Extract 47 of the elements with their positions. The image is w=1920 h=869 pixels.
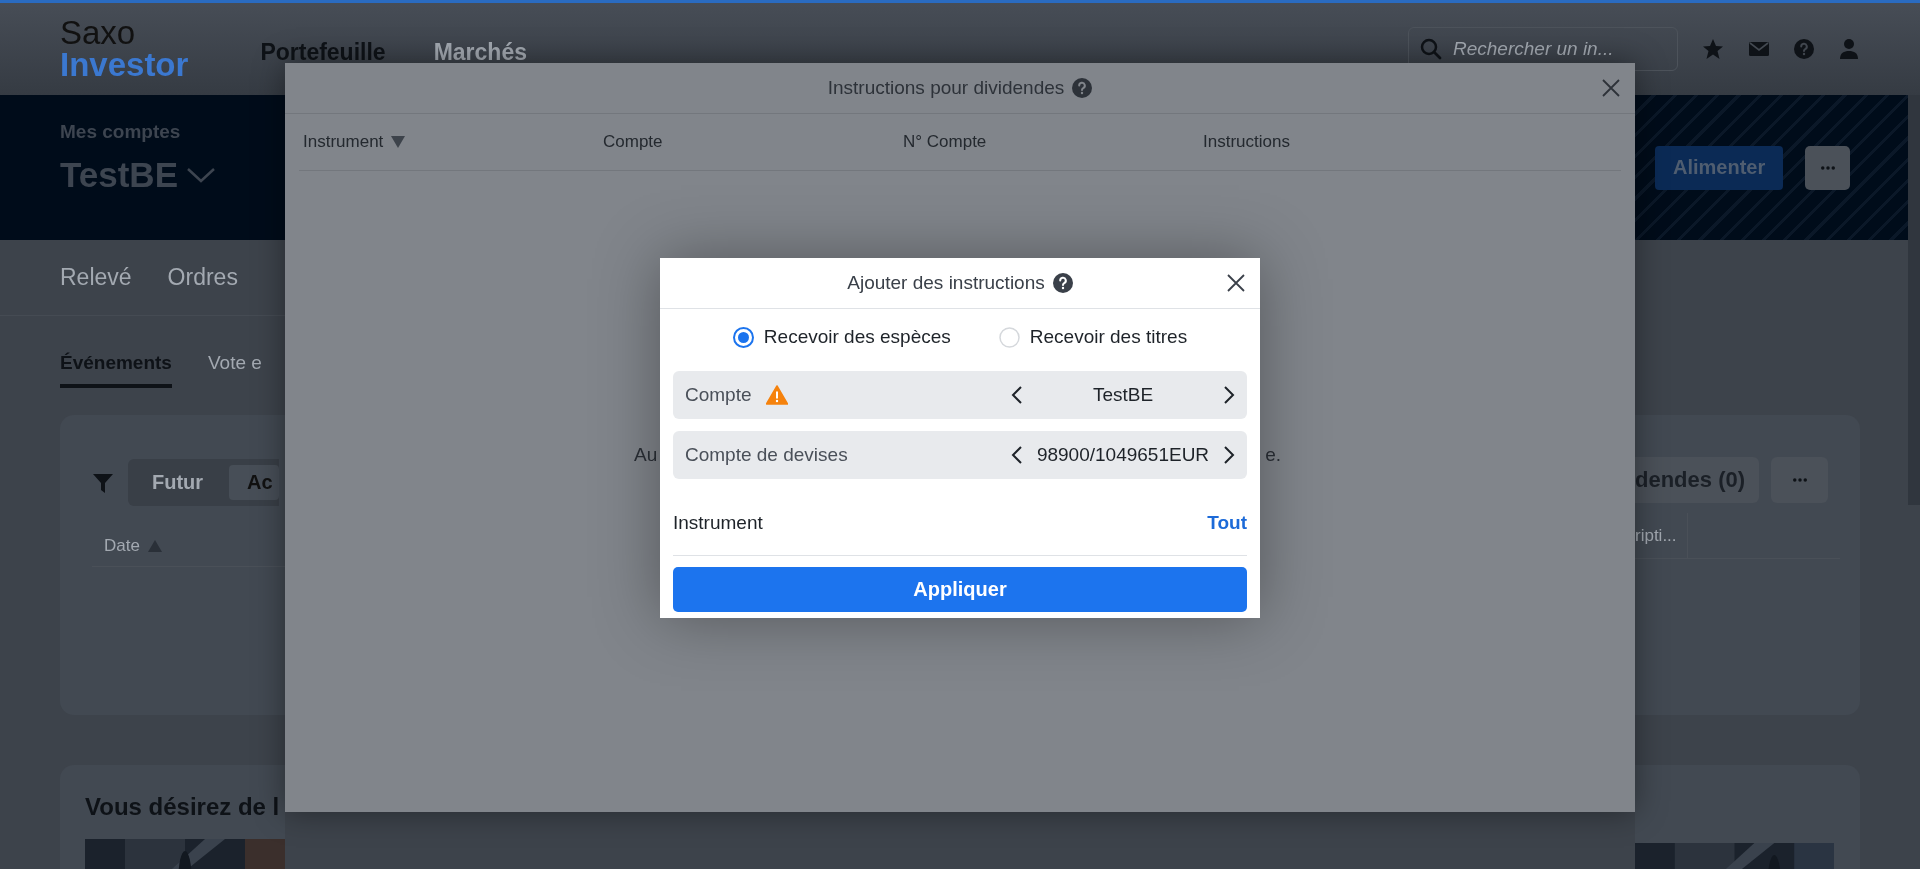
chevron-right-icon[interactable] — [1223, 385, 1235, 405]
picker-value: 98900/1049651EUR — [1035, 444, 1211, 466]
filter-button[interactable]: Ac — [229, 465, 279, 500]
instrument-label: Instrument — [673, 512, 763, 534]
modal-title: Instructions pour dividendes — [827, 77, 1065, 99]
column-header[interactable]: Instrument — [303, 132, 384, 152]
accounts-label: Mes comptes — [60, 121, 182, 143]
chevron-down-icon[interactable] — [186, 166, 216, 184]
promo-title: Vous désirez de l — [85, 793, 281, 821]
chevron-left-icon[interactable] — [1011, 385, 1023, 405]
chevron-right-icon[interactable] — [1223, 445, 1235, 465]
column-header[interactable]: N° Compte — [903, 132, 987, 152]
user-icon[interactable] — [1838, 38, 1860, 60]
fund-button[interactable]: Alimenter — [1655, 145, 1784, 190]
more-icon — [1792, 478, 1807, 482]
filter-button[interactable]: Futur — [134, 465, 222, 500]
more-button[interactable] — [1805, 145, 1851, 190]
search-icon — [1420, 38, 1442, 60]
star-icon[interactable] — [1702, 38, 1724, 60]
empty-message: e. — [1265, 444, 1282, 466]
picker-label: Compte — [685, 384, 752, 406]
account-name[interactable]: TestBE — [60, 155, 178, 195]
search-field[interactable]: Rechercher un in... — [1408, 27, 1678, 71]
scrollbar[interactable] — [1908, 95, 1920, 505]
help-icon[interactable] — [1052, 273, 1073, 293]
chevron-left-icon[interactable] — [1011, 445, 1023, 465]
logo-text: Saxo — [60, 17, 137, 49]
column-header[interactable]: Compte — [603, 132, 663, 152]
nav-item[interactable]: Marchés — [433, 38, 527, 66]
close-icon[interactable] — [1226, 273, 1246, 293]
picker-value: TestBE — [1091, 384, 1155, 406]
logo-text: Investor — [60, 49, 189, 81]
apply-button[interactable]: Appliquer — [673, 567, 1247, 612]
page-tab[interactable]: Ordres — [167, 264, 238, 291]
picker-label: Compte de devises — [685, 444, 848, 466]
more-icon — [1820, 165, 1835, 170]
empty-message: Au — [634, 444, 658, 466]
column-header[interactable]: Instructions — [1203, 132, 1290, 152]
dialog-title: Ajouter des instructions — [847, 272, 1045, 294]
page-tab[interactable]: Relevé — [60, 264, 132, 291]
radio-button[interactable] — [732, 326, 754, 348]
radio-label[interactable]: Recevoir des espèces — [763, 326, 951, 348]
filter-icon[interactable] — [92, 471, 114, 494]
sub-tab[interactable]: Vote e — [207, 352, 262, 388]
radio-label[interactable]: Recevoir des titres — [1029, 326, 1188, 348]
instrument-link[interactable]: Tout — [1207, 512, 1247, 534]
column-header[interactable]: Date — [104, 536, 140, 556]
